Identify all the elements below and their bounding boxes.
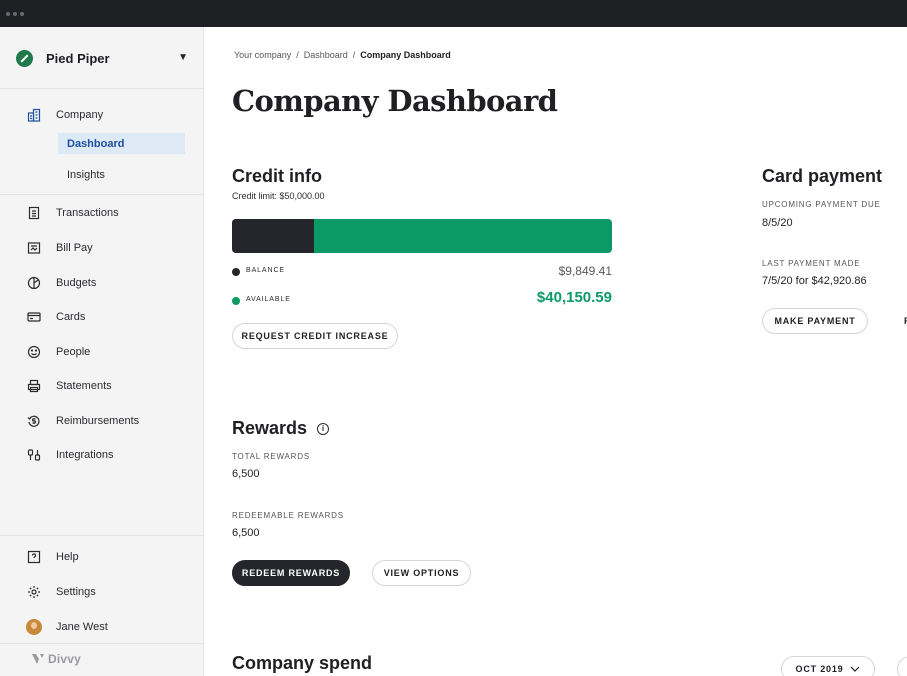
period-select[interactable]: OCT 2019 — [781, 656, 875, 676]
company-spend-title: Company spend — [232, 653, 373, 673]
make-payment-button[interactable]: MAKE PAYMENT — [762, 308, 868, 334]
view-options-button[interactable]: VIEW OPTIONS — [372, 560, 471, 586]
sidebar-item-label: Reimbursements — [56, 415, 140, 427]
sidebar-item-label: Statements — [56, 380, 112, 392]
sidebar-item-company[interactable]: Company — [26, 104, 103, 126]
last-payment-value: 7/5/20 for $42,920.86 — [762, 275, 867, 287]
smile-icon — [26, 344, 42, 360]
sidebar-item-label: Settings — [56, 586, 96, 598]
request-credit-increase-button[interactable]: REQUEST CREDIT INCREASE — [232, 323, 398, 349]
spend-secondary-control[interactable] — [897, 656, 907, 676]
total-rewards-label: TOTAL REWARDS — [232, 452, 310, 461]
sidebar-item-label: Help — [56, 551, 79, 563]
upcoming-payment-value: 8/5/20 — [762, 217, 793, 229]
sidebar-item-label: Bill Pay — [56, 242, 93, 254]
sidebar-item-label: Transactions — [56, 207, 119, 219]
breadcrumb-current: Company Dashboard — [360, 50, 451, 60]
org-name: Pied Piper — [46, 50, 110, 66]
card-payment-title: Card payment — [762, 166, 883, 186]
upcoming-payment-label: UPCOMING PAYMENT DUE — [762, 200, 881, 209]
sidebar-item-people[interactable]: People — [26, 341, 90, 363]
window-controls[interactable] — [6, 12, 24, 16]
sidebar-item-reimbursements[interactable]: Reimbursements — [26, 410, 139, 432]
breadcrumb-separator: / — [352, 50, 356, 60]
avatar — [26, 619, 42, 635]
sidebar-item-label: Cards — [56, 311, 86, 323]
available-value: $40,150.59 — [536, 289, 612, 306]
plug-icon — [26, 447, 42, 463]
sidebar-item-budgets[interactable]: Budgets — [26, 272, 96, 294]
sidebar-item-statements[interactable]: Statements — [26, 375, 112, 397]
org-switcher[interactable]: Pied Piper ▼ — [16, 41, 196, 75]
credit-info-title: Credit info — [232, 166, 322, 186]
credit-limit: Credit limit: $50,000.00 — [232, 191, 325, 201]
redeemable-rewards-value: 6,500 — [232, 527, 260, 539]
sidebar-item-integrations[interactable]: Integrations — [26, 444, 113, 466]
sidebar-item-user[interactable]: Jane West — [26, 616, 108, 638]
sidebar-item-cards[interactable]: Cards — [26, 306, 85, 328]
pied-piper-logo-icon — [16, 49, 33, 67]
gear-icon — [26, 584, 42, 600]
total-rewards-value: 6,500 — [232, 468, 260, 480]
sidebar-item-label: Integrations — [56, 449, 114, 461]
window-titlebar — [0, 0, 907, 27]
caret-down-icon: ▼ — [178, 52, 188, 63]
refund-icon — [26, 413, 42, 429]
balance-dot-icon — [232, 268, 240, 276]
avatar-wrapper — [26, 619, 42, 635]
sidebar: Pied Piper ▼ Company Dashboard Insights … — [0, 27, 204, 676]
balance-label: BALANCE — [246, 267, 285, 274]
building-icon — [26, 107, 42, 123]
chevron-down-icon — [850, 666, 860, 672]
breadcrumb-separator: / — [296, 50, 299, 60]
balance-value: $9,849.41 — [558, 264, 612, 278]
available-row: AVAILABLE $40,150.59 — [232, 289, 612, 309]
payment-secondary-button[interactable]: P — [895, 308, 907, 334]
sidebar-divider — [0, 535, 204, 536]
bill-icon — [26, 240, 42, 256]
redeemable-rewards-label: REDEEMABLE REWARDS — [232, 511, 344, 520]
divvy-logo-icon — [32, 654, 44, 664]
page-title: Company Dashboard — [232, 84, 558, 118]
available-dot-icon — [232, 297, 240, 305]
main-content: Your company / Dashboard / Company Dashboard… — [205, 27, 907, 676]
sidebar-item-help[interactable]: Help — [26, 546, 79, 568]
sidebar-item-bill-pay[interactable]: Bill Pay — [26, 237, 93, 259]
sidebar-divider — [0, 643, 204, 644]
sidebar-item-dashboard[interactable]: Dashboard — [58, 133, 185, 154]
receipt-icon — [26, 205, 42, 221]
last-payment-label: LAST PAYMENT MADE — [762, 259, 861, 268]
breadcrumb: Your company / Dashboard / Company Dashboard — [234, 50, 451, 60]
budget-icon — [26, 275, 42, 291]
sidebar-divider — [0, 194, 204, 195]
info-icon[interactable]: i — [317, 423, 329, 435]
sidebar-item-transactions[interactable]: Transactions — [26, 202, 119, 224]
breadcrumb-link[interactable]: Dashboard — [304, 50, 348, 60]
sidebar-item-insights[interactable]: Insights — [58, 164, 185, 185]
balance-bar-segment — [232, 219, 314, 253]
printer-icon — [26, 378, 42, 394]
help-icon — [26, 549, 42, 565]
breadcrumb-link[interactable]: Your company — [234, 50, 291, 60]
brand-name: Divvy — [48, 652, 82, 666]
divvy-brand: Divvy — [32, 652, 81, 666]
available-label: AVAILABLE — [246, 296, 291, 303]
credit-usage-bar — [232, 219, 612, 253]
sidebar-item-label: Company — [56, 109, 104, 121]
balance-row: BALANCE $9,849.41 — [232, 264, 612, 280]
card-icon — [26, 309, 42, 325]
sidebar-item-label: Budgets — [56, 277, 97, 289]
redeem-rewards-button[interactable]: REDEEM REWARDS — [232, 560, 350, 586]
sidebar-divider — [0, 88, 204, 89]
sidebar-item-settings[interactable]: Settings — [26, 581, 96, 603]
sidebar-item-label: People — [56, 346, 91, 358]
period-select-value: OCT 2019 — [795, 664, 844, 674]
user-name: Jane West — [56, 621, 108, 633]
rewards-title: Rewards — [232, 418, 308, 438]
